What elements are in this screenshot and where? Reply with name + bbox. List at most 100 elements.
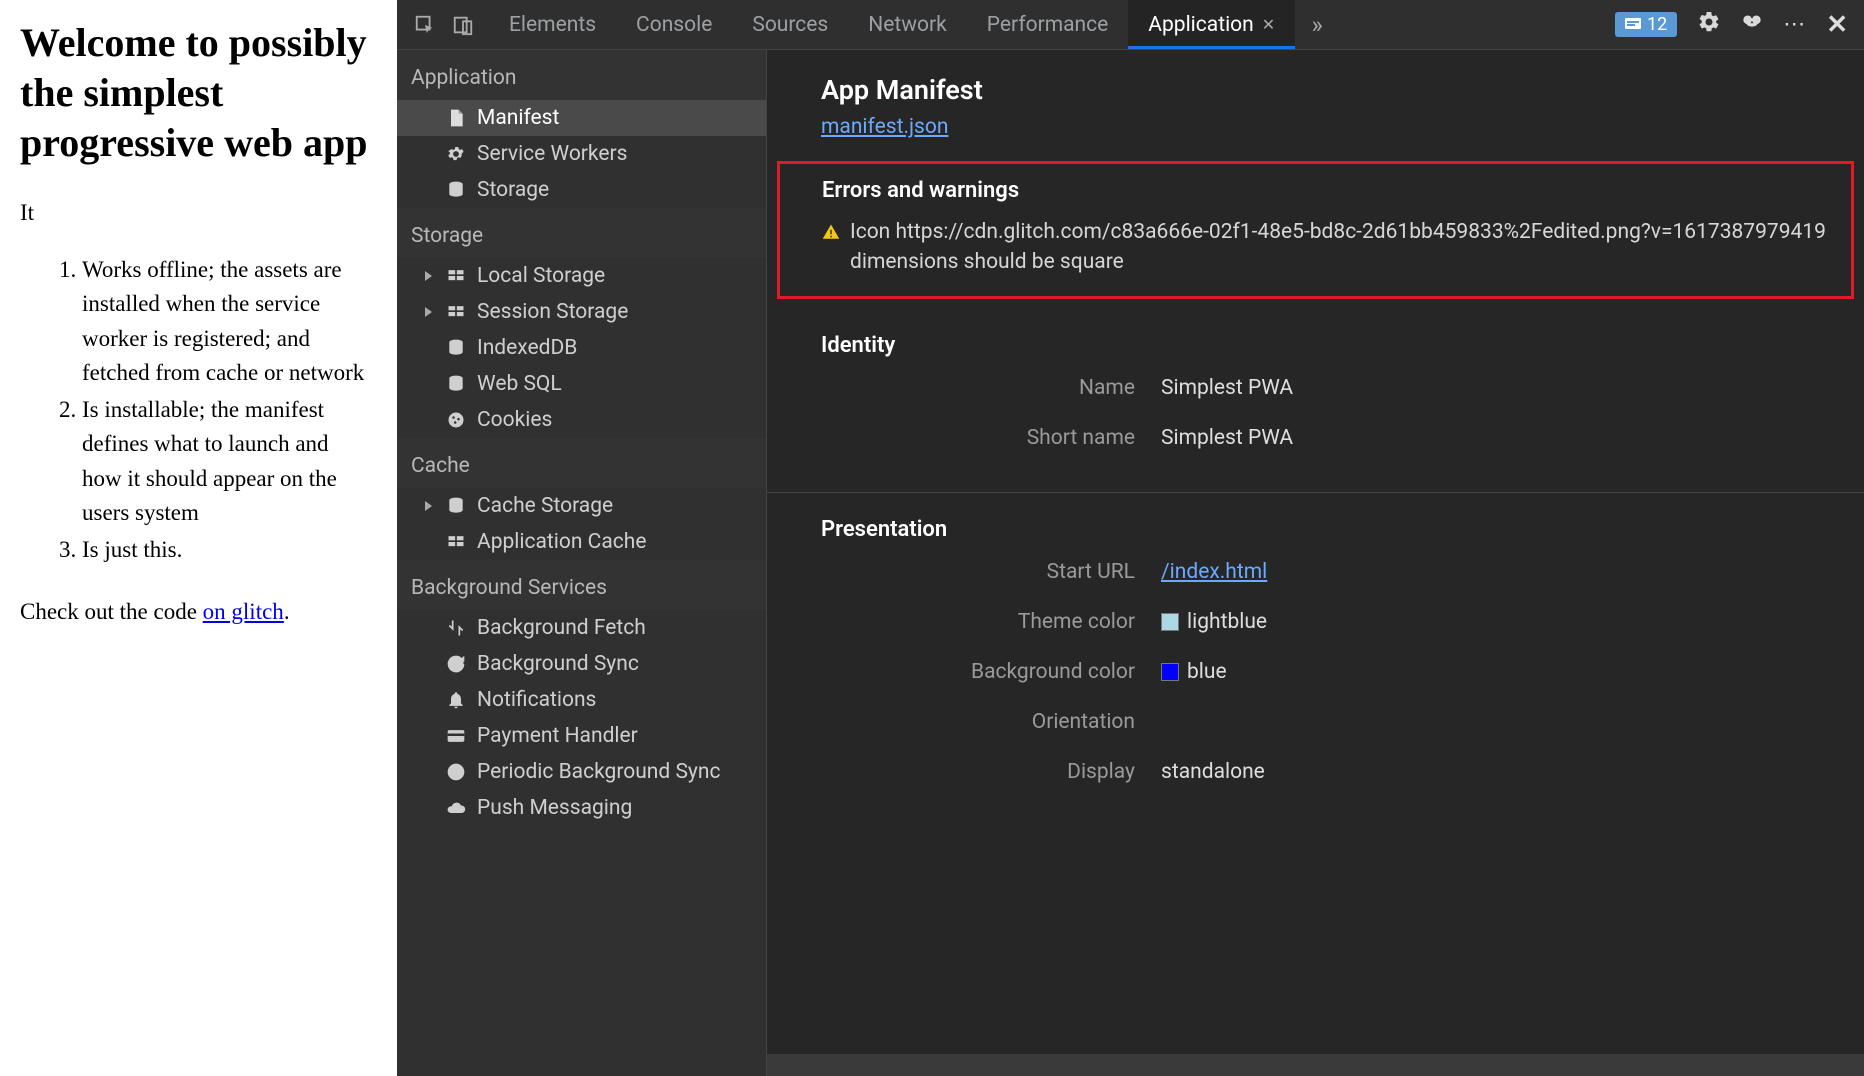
sidebar-item-label: Payment Handler — [477, 724, 638, 748]
sidebar-item-cookies[interactable]: Cookies — [397, 402, 766, 438]
tab-application[interactable]: Application ✕ — [1128, 0, 1295, 49]
more-menu-icon[interactable]: ⋯ — [1783, 12, 1808, 37]
manifest-link[interactable]: manifest.json — [821, 115, 948, 139]
name-value: Simplest PWA — [1161, 376, 1293, 400]
start-url-row: Start URL /index.html — [821, 560, 1844, 584]
sidebar-item-periodic-sync[interactable]: Periodic Background Sync — [397, 754, 766, 790]
sidebar-item-application-cache[interactable]: Application Cache — [397, 524, 766, 560]
start-url-label: Start URL — [821, 560, 1161, 584]
sidebar-item-label: Cache Storage — [477, 494, 613, 518]
warning-row: Icon https://cdn.glitch.com/c83a666e-02f… — [822, 217, 1831, 278]
card-icon — [445, 725, 467, 747]
sidebar-item-label: Manifest — [477, 106, 559, 130]
warning-icon — [822, 220, 840, 250]
name-row: Name Simplest PWA — [821, 376, 1844, 400]
short-name-value: Simplest PWA — [1161, 426, 1293, 450]
sidebar-item-local-storage[interactable]: Local Storage — [397, 258, 766, 294]
fetch-icon — [445, 617, 467, 639]
sidebar-item-label: Push Messaging — [477, 796, 632, 820]
close-devtools-icon[interactable]: ✕ — [1826, 10, 1848, 40]
cookie-icon — [445, 409, 467, 431]
sidebar-item-background-sync[interactable]: Background Sync — [397, 646, 766, 682]
errors-heading: Errors and warnings — [822, 178, 1831, 203]
sidebar-item-label: Web SQL — [477, 372, 562, 396]
settings-icon[interactable] — [1697, 10, 1721, 39]
tab-elements[interactable]: Elements — [489, 0, 616, 49]
tabbar-right: ⋯ ✕ — [1697, 9, 1848, 40]
sidebar-item-label: Notifications — [477, 688, 596, 712]
horizontal-scrollbar[interactable] — [767, 1054, 1864, 1076]
gear-icon — [445, 143, 467, 165]
short-name-row: Short name Simplest PWA — [821, 426, 1844, 450]
inspect-icon[interactable] — [409, 9, 441, 41]
device-toggle-icon[interactable] — [447, 9, 479, 41]
tab-label: Network — [868, 13, 947, 37]
sidebar-group-background: Background Services — [397, 560, 766, 610]
manifest-link-row: manifest.json — [767, 114, 1864, 139]
footer-text: Check out the code — [20, 599, 203, 624]
issues-badge[interactable]: 12 — [1615, 12, 1677, 37]
bg-color-swatch — [1161, 663, 1179, 681]
theme-color-value: lightblue — [1187, 610, 1267, 634]
chevron-right-icon — [425, 307, 432, 317]
list-item: Is installable; the manifest defines wha… — [82, 393, 377, 531]
page-intro: It — [20, 196, 377, 231]
sidebar-item-label: Background Fetch — [477, 616, 646, 640]
sidebar-item-label: Background Sync — [477, 652, 639, 676]
sidebar-item-web-sql[interactable]: Web SQL — [397, 366, 766, 402]
experiments-icon[interactable] — [1739, 9, 1765, 40]
glitch-link[interactable]: on glitch — [203, 599, 284, 624]
db-icon — [445, 495, 467, 517]
tab-label: Console — [636, 13, 712, 37]
sidebar-item-manifest[interactable]: Manifest — [397, 100, 766, 136]
errors-warnings-box: Errors and warnings Icon https://cdn.gli… — [777, 161, 1854, 299]
sidebar-item-label: Storage — [477, 178, 549, 202]
orientation-label: Orientation — [821, 710, 1161, 734]
file-icon — [445, 107, 467, 129]
sidebar-item-cache-storage[interactable]: Cache Storage — [397, 488, 766, 524]
db-icon — [445, 179, 467, 201]
devtools-tabbar: Elements Console Sources Network Perform… — [397, 0, 1864, 50]
issues-count: 12 — [1647, 14, 1667, 35]
sidebar-item-label: Cookies — [477, 408, 552, 432]
tab-label: Application — [1148, 13, 1253, 37]
list-item: Is just this. — [82, 533, 377, 568]
identity-heading: Identity — [821, 333, 1844, 358]
sidebar-item-service-workers[interactable]: Service Workers — [397, 136, 766, 172]
db-icon — [445, 373, 467, 395]
sidebar-item-background-fetch[interactable]: Background Fetch — [397, 610, 766, 646]
sidebar-item-session-storage[interactable]: Session Storage — [397, 294, 766, 330]
identity-section: Identity Name Simplest PWA Short name Si… — [767, 309, 1864, 484]
display-label: Display — [821, 760, 1161, 784]
sidebar-item-push-messaging[interactable]: Push Messaging — [397, 790, 766, 826]
bg-color-row: Background color blue — [821, 660, 1844, 684]
devtools-body: Application Manifest Service Workers Sto… — [397, 50, 1864, 1076]
display-value: standalone — [1161, 760, 1265, 784]
sidebar-item-label: Service Workers — [477, 142, 627, 166]
presentation-section: Presentation Start URL /index.html Theme… — [767, 493, 1864, 832]
db-icon — [445, 337, 467, 359]
clock-icon — [445, 761, 467, 783]
theme-color-row: Theme color lightblue — [821, 610, 1844, 634]
page-content: Welcome to possibly the simplest progres… — [0, 0, 397, 1076]
short-name-label: Short name — [821, 426, 1161, 450]
tab-label: Performance — [987, 13, 1108, 37]
sidebar-item-payment-handler[interactable]: Payment Handler — [397, 718, 766, 754]
sidebar-item-label: Application Cache — [477, 530, 646, 554]
tab-performance[interactable]: Performance — [967, 0, 1128, 49]
devtools-panel: Elements Console Sources Network Perform… — [397, 0, 1864, 1076]
tab-network[interactable]: Network — [848, 0, 967, 49]
sidebar-item-notifications[interactable]: Notifications — [397, 682, 766, 718]
sidebar-item-indexeddb[interactable]: IndexedDB — [397, 330, 766, 366]
more-tabs-icon[interactable]: » — [1301, 9, 1333, 41]
tab-console[interactable]: Console — [616, 0, 732, 49]
sidebar-item-storage[interactable]: Storage — [397, 172, 766, 208]
footer-text: . — [284, 599, 290, 624]
theme-color-swatch — [1161, 613, 1179, 631]
start-url-link[interactable]: /index.html — [1161, 560, 1267, 584]
manifest-title: App Manifest — [767, 68, 1864, 114]
tab-sources[interactable]: Sources — [732, 0, 848, 49]
table-icon — [445, 531, 467, 553]
close-icon[interactable]: ✕ — [1262, 15, 1275, 34]
sidebar-item-label: Periodic Background Sync — [477, 760, 720, 784]
